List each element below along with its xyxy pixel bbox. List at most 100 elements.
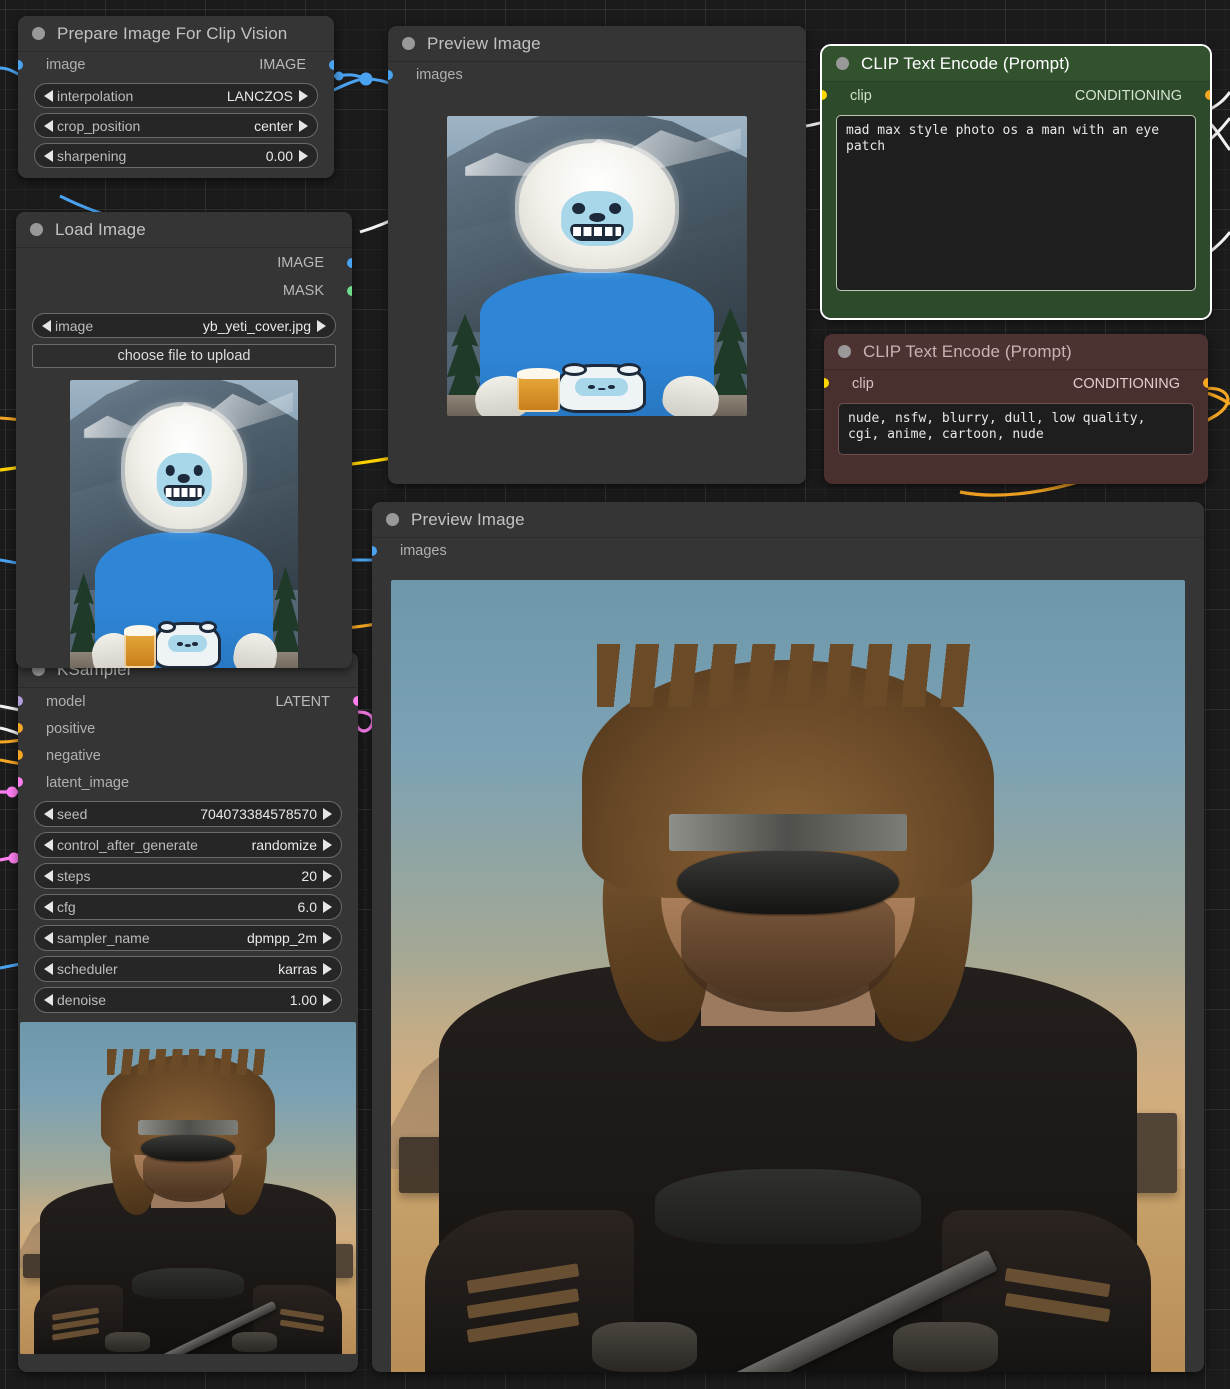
widget-value: yb_yeti_cover.jpg [202, 317, 311, 334]
slot-row: images [388, 62, 806, 88]
input-slot-images-dot-icon[interactable] [388, 70, 393, 80]
prompt-textarea-negative[interactable]: nude, nsfw, blurry, dull, low quality, c… [838, 403, 1194, 455]
node-title-bar[interactable]: Load Image [16, 212, 352, 248]
output-slot-mask-label: MASK [282, 283, 324, 299]
prompt-textarea-positive[interactable]: mad max style photo os a man with an eye… [836, 115, 1196, 291]
input-slot-images-label: images [400, 543, 447, 559]
increment-arrow-icon[interactable] [299, 119, 308, 132]
input-slot-model-dot-icon[interactable] [18, 696, 23, 706]
node-title: CLIP Text Encode (Prompt) [863, 341, 1072, 361]
input-slot-model-label: model [46, 693, 86, 710]
widget-steps[interactable]: steps 20 [34, 863, 342, 889]
widget-control-after-generate[interactable]: control_after_generate randomize [34, 832, 342, 858]
node-title-bar[interactable]: Prepare Image For Clip Vision [18, 16, 334, 52]
node-title-bar[interactable]: CLIP Text Encode (Prompt) [822, 46, 1210, 82]
input-slot-latent-image-dot-icon[interactable] [18, 777, 23, 787]
slot-row: model LATENT [18, 688, 358, 715]
decrement-arrow-icon[interactable] [44, 994, 53, 1006]
widget-label: interpolation [57, 87, 134, 104]
collapse-dot-icon[interactable] [386, 513, 399, 526]
widget-image-file[interactable]: image yb_yeti_cover.jpg [32, 313, 336, 338]
output-slot-latent-dot-icon[interactable] [353, 696, 358, 706]
node-prepare-image-for-clip-vision[interactable]: Prepare Image For Clip Vision image IMAG… [18, 16, 334, 178]
collapse-dot-icon[interactable] [402, 37, 415, 50]
slot-row: negative [18, 742, 358, 769]
output-slot-mask-dot-icon[interactable] [347, 286, 352, 296]
node-title: Prepare Image For Clip Vision [57, 23, 288, 43]
increment-arrow-icon[interactable] [323, 901, 332, 913]
decrement-arrow-icon[interactable] [44, 963, 53, 975]
decrement-arrow-icon[interactable] [44, 119, 53, 132]
node-load-image[interactable]: Load Image IMAGE MASK image yb_yeti_cove… [16, 212, 352, 668]
input-slot-image-label: image [46, 57, 86, 73]
node-clip-text-encode-positive[interactable]: CLIP Text Encode (Prompt) clip CONDITION… [822, 46, 1210, 318]
input-slot-negative-dot-icon[interactable] [18, 750, 23, 760]
output-slot-conditioning-dot-icon[interactable] [1205, 90, 1210, 100]
node-clip-text-encode-negative[interactable]: CLIP Text Encode (Prompt) clip CONDITION… [824, 334, 1208, 484]
image-preview-load-image[interactable] [70, 380, 298, 668]
input-slot-images-dot-icon[interactable] [372, 546, 377, 556]
decrement-arrow-icon[interactable] [44, 932, 53, 944]
generated-image-yeti [447, 116, 747, 416]
increment-arrow-icon[interactable] [323, 963, 332, 975]
output-slot-image-dot-icon[interactable] [347, 258, 352, 268]
widget-value: 704073384578570 [200, 806, 317, 822]
input-slot-positive-dot-icon[interactable] [18, 723, 23, 733]
output-slot-latent-label: LATENT [275, 693, 330, 710]
collapse-dot-icon[interactable] [836, 57, 849, 70]
node-title-bar[interactable]: Preview Image [388, 26, 806, 62]
increment-arrow-icon[interactable] [323, 932, 332, 944]
increment-arrow-icon[interactable] [323, 839, 332, 851]
widget-crop-position[interactable]: crop_position center [34, 113, 318, 138]
output-slot-conditioning-dot-icon[interactable] [1203, 378, 1208, 388]
widget-sharpening[interactable]: sharpening 0.00 [34, 143, 318, 168]
collapse-dot-icon[interactable] [32, 27, 45, 40]
slot-row: clip CONDITIONING [822, 82, 1210, 109]
image-preview-yeti[interactable] [447, 116, 747, 416]
decrement-arrow-icon[interactable] [44, 149, 53, 162]
decrement-arrow-icon[interactable] [44, 808, 53, 820]
node-title: Load Image [55, 219, 146, 239]
increment-arrow-icon[interactable] [323, 870, 332, 882]
choose-file-to-upload-button[interactable]: choose file to upload [32, 344, 336, 368]
decrement-arrow-icon[interactable] [44, 89, 53, 102]
decrement-arrow-icon[interactable] [44, 901, 53, 913]
generated-image-madmax-thumb [20, 1022, 356, 1354]
increment-arrow-icon[interactable] [317, 319, 326, 332]
collapse-dot-icon[interactable] [838, 345, 851, 358]
input-slot-image-dot-icon[interactable] [18, 60, 23, 70]
increment-arrow-icon[interactable] [299, 89, 308, 102]
widget-interpolation[interactable]: interpolation LANCZOS [34, 83, 318, 108]
widget-seed[interactable]: seed 704073384578570 [34, 801, 342, 827]
collapse-dot-icon[interactable] [30, 223, 43, 236]
widget-label: scheduler [57, 961, 118, 977]
increment-arrow-icon[interactable] [323, 994, 332, 1006]
node-title-bar[interactable]: CLIP Text Encode (Prompt) [824, 334, 1208, 370]
input-slot-positive-label: positive [46, 720, 96, 737]
node-preview-image-top[interactable]: Preview Image images [388, 26, 806, 484]
widget-sampler-name[interactable]: sampler_name dpmpp_2m [34, 925, 342, 951]
slot-row: clip CONDITIONING [824, 370, 1208, 397]
image-preview-ksampler[interactable] [20, 1022, 356, 1354]
node-body: model LATENT positive negative latent_im… [18, 688, 358, 1364]
input-slot-clip-dot-icon[interactable] [822, 90, 827, 100]
node-preview-image-bottom[interactable]: Preview Image images [372, 502, 1204, 1372]
input-slot-clip-dot-icon[interactable] [824, 378, 829, 388]
increment-arrow-icon[interactable] [323, 808, 332, 820]
input-slot-latent-image-label: latent_image [46, 774, 130, 791]
widget-scheduler[interactable]: scheduler karras [34, 956, 342, 982]
image-preview-madmax[interactable] [391, 580, 1185, 1372]
input-slot-images-label: images [416, 67, 463, 83]
widget-cfg[interactable]: cfg 6.0 [34, 894, 342, 920]
input-slot-negative-label: negative [46, 747, 101, 764]
decrement-arrow-icon[interactable] [44, 839, 53, 851]
decrement-arrow-icon[interactable] [42, 319, 51, 332]
decrement-arrow-icon[interactable] [44, 870, 53, 882]
node-ksampler[interactable]: KSampler model LATENT positive negative … [18, 652, 358, 1372]
widget-denoise[interactable]: denoise 1.00 [34, 987, 342, 1013]
increment-arrow-icon[interactable] [299, 149, 308, 162]
widget-label: sharpening [57, 147, 127, 164]
output-slot-image-dot-icon[interactable] [329, 60, 334, 70]
graph-canvas[interactable]: Prepare Image For Clip Vision image IMAG… [0, 0, 1230, 1389]
node-title-bar[interactable]: Preview Image [372, 502, 1204, 538]
